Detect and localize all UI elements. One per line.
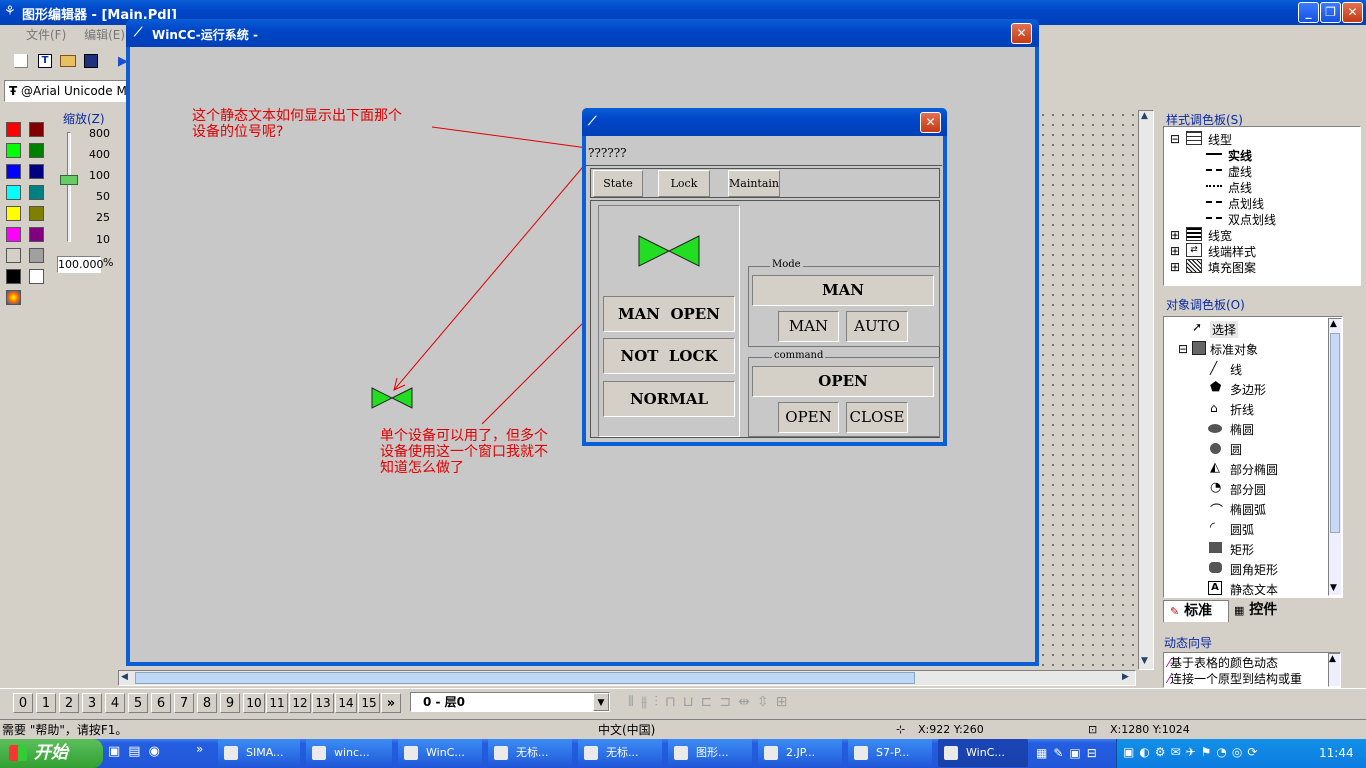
command-display: OPEN bbox=[752, 366, 934, 397]
faceplate-valve-icon bbox=[638, 235, 700, 267]
system-tray: ▣◐⚙✉✈⚑◔◎⟳ 11:44 bbox=[1116, 739, 1366, 768]
task-icon bbox=[854, 746, 868, 760]
taskbar-item-active[interactable]: WinC... bbox=[938, 739, 1028, 767]
faceplate-close-button[interactable]: ✕ bbox=[920, 112, 941, 133]
taskbar-item[interactable]: winc... bbox=[306, 739, 392, 767]
command-close-button[interactable]: CLOSE bbox=[846, 402, 908, 433]
clock: 11:44 bbox=[1319, 746, 1354, 760]
mode-display: MAN bbox=[752, 275, 934, 306]
tray-icons[interactable]: ▣◐⚙✉✈⚑◔◎⟳ bbox=[1123, 745, 1262, 759]
mode-group-label: Mode bbox=[770, 259, 803, 270]
task-icon bbox=[404, 746, 418, 760]
taskbar-item[interactable]: SIMA... bbox=[218, 739, 300, 767]
taskbar-item[interactable]: 2.JP... bbox=[758, 739, 842, 767]
taskbar-item[interactable]: WinC... bbox=[398, 739, 482, 767]
task-icon bbox=[584, 746, 598, 760]
mode-man-button[interactable]: MAN bbox=[778, 311, 839, 342]
task-icon bbox=[764, 746, 778, 760]
quick-launch[interactable]: ▣▤◉ bbox=[108, 744, 168, 759]
taskbar-item[interactable]: 无标... bbox=[578, 739, 662, 767]
valve-icon[interactable] bbox=[371, 387, 413, 409]
faceplate-titlebar: ⟋ ✕ bbox=[582, 108, 947, 136]
taskbar-item[interactable]: 图形... bbox=[668, 739, 752, 767]
task-icon bbox=[224, 746, 238, 760]
tab-maintain[interactable]: Maintain bbox=[728, 170, 780, 197]
windows-logo-icon bbox=[9, 745, 27, 761]
task-icon bbox=[674, 746, 688, 760]
mode-auto-button[interactable]: AUTO bbox=[846, 311, 908, 342]
quick-launch-more-icon[interactable]: » bbox=[196, 742, 203, 756]
start-button[interactable]: 开始 bbox=[0, 739, 103, 768]
faceplate-tag-text: ?????? bbox=[588, 146, 627, 160]
tab-state[interactable]: State bbox=[593, 170, 643, 197]
divider bbox=[586, 165, 942, 166]
task-icon bbox=[494, 746, 508, 760]
command-open-button[interactable]: OPEN bbox=[778, 402, 839, 433]
taskbar-item[interactable]: S7-P... bbox=[848, 739, 932, 767]
task-icon bbox=[312, 746, 326, 760]
maintain-display: NORMAL bbox=[603, 381, 735, 417]
faceplate-icon: ⟋ bbox=[588, 114, 597, 128]
task-icon bbox=[944, 746, 958, 760]
quick-tray[interactable]: ▦✎▣⊟ bbox=[1032, 739, 1116, 768]
tab-lock[interactable]: Lock bbox=[658, 170, 710, 197]
arrow-to-valve bbox=[393, 141, 605, 391]
arrow-to-tag bbox=[431, 126, 603, 151]
taskbar-item[interactable]: 无标... bbox=[488, 739, 572, 767]
lock-display: NOT LOCK bbox=[603, 338, 735, 374]
state-display: MAN OPEN bbox=[603, 296, 735, 332]
command-group-label: command bbox=[772, 350, 826, 361]
